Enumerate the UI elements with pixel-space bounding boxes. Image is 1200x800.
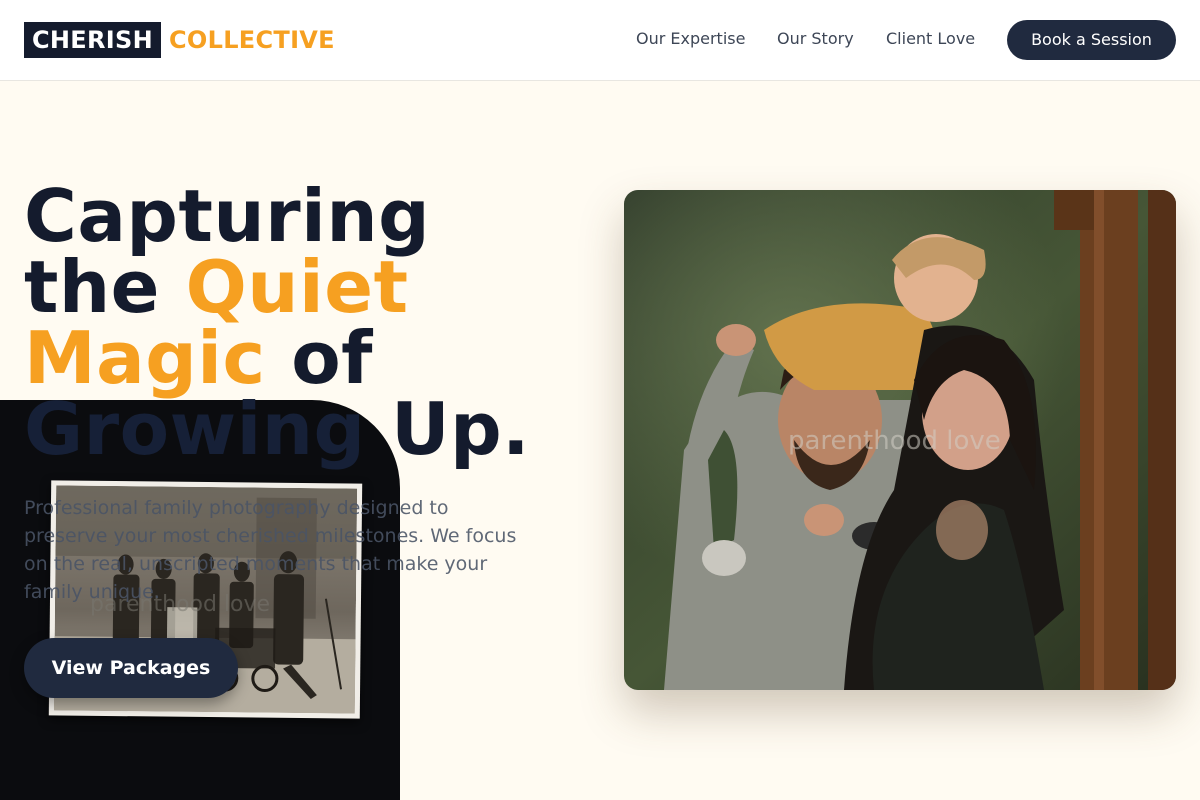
hero-title-word: Growing — [24, 387, 366, 471]
nav-link-our-story[interactable]: Our Story — [777, 29, 854, 49]
site-header: CHERISH COLLECTIVE Our Expertise Our Sto… — [0, 0, 1200, 81]
nav-link-our-expertise[interactable]: Our Expertise — [636, 29, 745, 49]
hero-subtitle: Professional family photography designed… — [24, 497, 517, 603]
logo-accent-text: COLLECTIVE — [168, 26, 335, 54]
family-photo-caption: parenthood love — [788, 426, 1001, 456]
logo-primary-text: CHERISH — [24, 22, 161, 58]
hero-title: Capturing the Quiet Magic of Growing Up. — [24, 180, 584, 465]
view-packages-button[interactable]: View Packages — [24, 638, 238, 698]
hero-title-word: Up. — [391, 387, 530, 471]
nav-link-client-love[interactable]: Client Love — [886, 29, 975, 49]
book-session-button[interactable]: Book a Session — [1007, 20, 1176, 60]
brand-logo[interactable]: CHERISH COLLECTIVE — [24, 22, 335, 58]
